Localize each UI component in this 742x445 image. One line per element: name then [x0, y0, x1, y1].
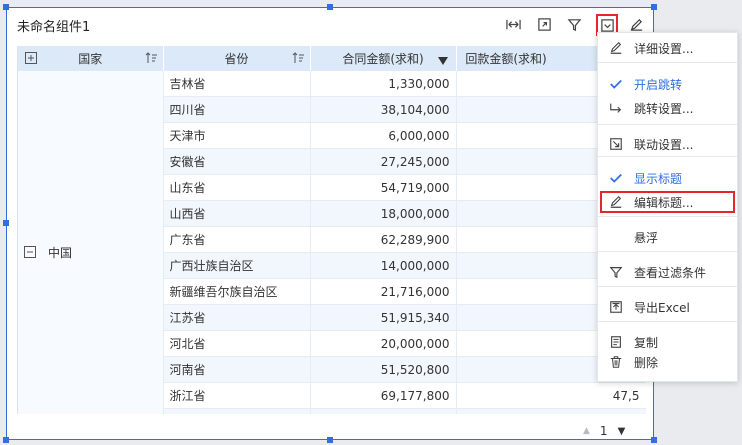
province-cell: 新疆维吾尔族自治区 [163, 278, 311, 305]
data-table: 国家 省份 合同金额(求和) 回款金额(求和) 中国 吉林省 1,330,000… [17, 46, 646, 414]
menu-item-label: 复制 [634, 335, 659, 350]
province-cell: 天津市 [163, 122, 311, 149]
expand-all-icon[interactable] [25, 52, 37, 67]
header-country[interactable]: 国家 [18, 46, 164, 71]
filter-icon [608, 264, 624, 280]
table-widget[interactable]: 未命名组件1 国家 省份 合同金额(求和) 回款金额(求和) 中国 吉林省 1,… [6, 7, 654, 440]
menu-item-label: 查看过滤条件 [634, 265, 707, 280]
province-cell: 山西省 [163, 200, 311, 227]
menu-item-label: 开启跳转 [634, 77, 683, 92]
menu-item-label: 导出Excel [634, 300, 690, 315]
contract-amount-cell: 14,000,000 [310, 252, 457, 279]
menu-divider [598, 286, 737, 287]
menu-item-label: 删除 [634, 355, 659, 370]
menu-divider [598, 62, 737, 63]
contract-amount-cell: 18,000,000 [310, 200, 457, 227]
menu-item-linkage[interactable]: 联动设置... [598, 133, 737, 155]
sort-icon[interactable] [145, 52, 157, 67]
menu-item-export-excel[interactable]: 导出Excel [598, 296, 737, 318]
header-province[interactable]: 省份 [163, 46, 311, 71]
pager: ▲ 1 ▼ [583, 424, 625, 438]
resize-handle[interactable] [651, 4, 657, 10]
copy-icon [608, 334, 624, 350]
prev-page-icon[interactable]: ▲ [583, 426, 590, 436]
menu-item-delete[interactable]: 删除 [598, 351, 737, 373]
trash-icon [608, 354, 624, 370]
table-row: 中国吉林省1,330,0006 [18, 71, 646, 414]
menu-item-detail[interactable]: 详细设置... [598, 37, 737, 59]
fullscreen-icon[interactable] [535, 15, 553, 33]
contract-amount-cell: 38,104,000 [310, 96, 457, 123]
check-icon [608, 170, 624, 186]
contract-amount-cell: 69,177,800 [310, 382, 457, 409]
sort-desc-icon[interactable] [437, 54, 448, 68]
menu-item-copy[interactable]: 复制 [598, 331, 737, 353]
widget-title: 未命名组件1 [17, 20, 91, 35]
resize-handle[interactable] [3, 4, 9, 10]
jump-arrow-icon [608, 100, 624, 116]
widget-context-menu: 详细设置... 开启跳转 跳转设置... 联动设置... 显示标题 编辑标题... 悬浮 查看… [597, 32, 738, 382]
collapse-icon[interactable] [24, 246, 36, 261]
filter-icon[interactable] [565, 15, 583, 33]
menu-divider [598, 251, 737, 252]
contract-amount-cell: 1,330,000 [310, 71, 457, 97]
province-cell: 广东省 [163, 226, 311, 253]
contract-amount-cell: 21,716,000 [310, 278, 457, 305]
menu-item-label: 联动设置... [634, 137, 694, 152]
menu-divider [598, 124, 737, 125]
resize-handle[interactable] [327, 4, 333, 10]
province-cell: 四川省 [163, 96, 311, 123]
resize-handle[interactable] [3, 437, 9, 443]
country-label: 中国 [48, 246, 73, 260]
province-cell: 江苏省 [163, 304, 311, 331]
province-cell: 海南省 [163, 408, 311, 414]
edit-icon[interactable] [627, 15, 645, 33]
highlight-frame [600, 191, 735, 213]
resize-handle[interactable] [651, 437, 657, 443]
province-cell: 广西壮族自治区 [163, 252, 311, 279]
contract-amount-cell: 51,915,340 [310, 304, 457, 331]
contract-amount-cell: 27,245,000 [310, 148, 457, 175]
check-icon [608, 76, 624, 92]
menu-divider [598, 156, 737, 157]
province-cell: 浙江省 [163, 382, 311, 409]
contract-amount-cell: 51,520,800 [310, 356, 457, 383]
resize-handle[interactable] [3, 220, 9, 226]
fit-width-icon[interactable] [504, 15, 522, 33]
contract-amount-cell: 20,000,000 [310, 330, 457, 357]
contract-amount-cell: 62,289,900 [310, 226, 457, 253]
contract-amount-cell: 6,000,000 [310, 122, 457, 149]
country-cell[interactable]: 中国 [18, 71, 164, 414]
menu-divider [598, 216, 737, 217]
payment-amount-cell: 47,5 [456, 382, 646, 409]
menu-item-label: 悬浮 [634, 230, 659, 245]
menu-item-label: 跳转设置... [634, 101, 694, 116]
province-cell: 安徽省 [163, 148, 311, 175]
contract-amount-cell: 24,000,000 [310, 408, 457, 414]
menu-item-show-title[interactable]: 显示标题 [598, 167, 737, 189]
province-cell: 河北省 [163, 330, 311, 357]
menu-item-label: 详细设置... [634, 41, 694, 56]
menu-item-jump-settings[interactable]: 跳转设置... [598, 97, 737, 119]
header-contract-amount[interactable]: 合同金额(求和) [310, 46, 457, 71]
next-page-icon[interactable]: ▼ [618, 426, 626, 437]
province-cell: 山东省 [163, 174, 311, 201]
province-cell: 河南省 [163, 356, 311, 383]
menu-item-float[interactable]: 悬浮 [598, 226, 737, 248]
menu-item-label: 显示标题 [634, 171, 683, 186]
menu-item-view-filter[interactable]: 查看过滤条件 [598, 261, 737, 283]
resize-handle[interactable] [327, 437, 333, 443]
province-cell: 吉林省 [163, 71, 311, 97]
export-icon [608, 299, 624, 315]
page-number: 1 [599, 424, 608, 438]
chevron-down-icon [600, 18, 614, 32]
payment-amount-cell: 19,220,000 [456, 408, 646, 414]
menu-item-enable-jump[interactable]: 开启跳转 [598, 73, 737, 95]
linkage-icon [608, 136, 624, 152]
pencil-icon [608, 40, 624, 56]
contract-amount-cell: 54,719,000 [310, 174, 457, 201]
sort-icon[interactable] [292, 52, 304, 67]
menu-divider [598, 321, 737, 322]
